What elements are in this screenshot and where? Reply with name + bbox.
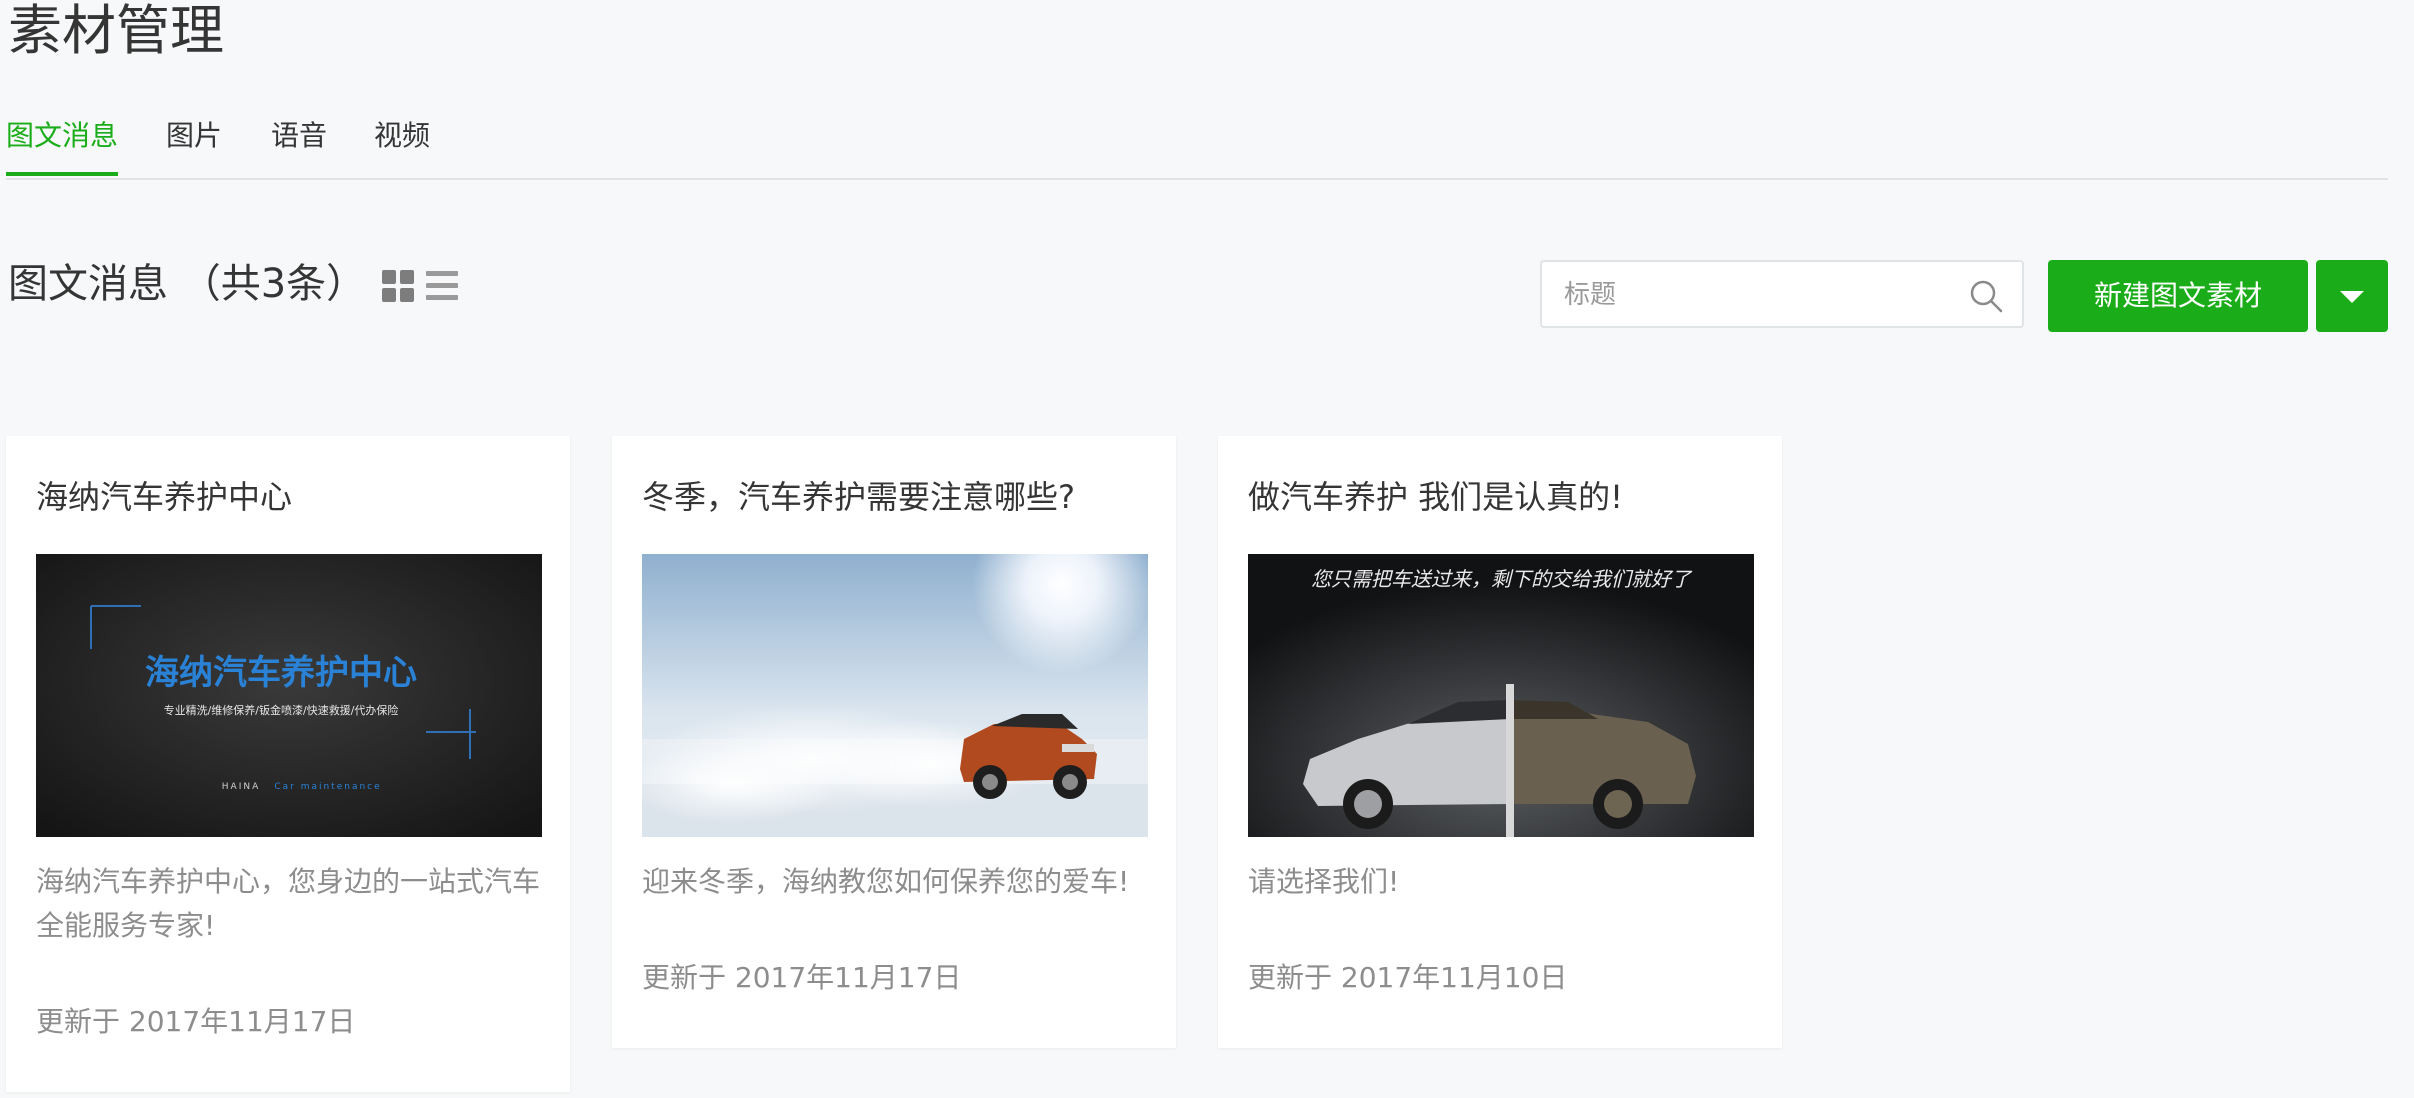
tab-images[interactable]: 图片 xyxy=(166,116,222,172)
search-box xyxy=(1540,260,2024,328)
tab-voice[interactable]: 语音 xyxy=(271,116,327,172)
new-options-dropdown-button[interactable] xyxy=(2316,260,2388,332)
card-date: 更新于 2017年11月17日 xyxy=(642,961,962,994)
new-article-button[interactable]: 新建图文素材 xyxy=(2048,260,2308,332)
list-title: 图文消息 （共3条） xyxy=(8,261,367,307)
article-card[interactable]: 冬季，汽车养护需要注意哪些? 迎来冬季，海纳教您如何保养您的爱车! 更新于 20… xyxy=(612,436,1176,1048)
tab-news[interactable]: 图文消息 xyxy=(6,116,119,176)
card-description: 迎来冬季，海纳教您如何保养您的爱车! xyxy=(642,865,1130,898)
card-cover-image: 您只需把车送过来，剩下的交给我们就好了 xyxy=(1248,554,1754,837)
tab-bar: 图文消息 图片 语音 视频 xyxy=(6,100,2388,180)
cover-tagline: 专业精洗/维修保养/钣金喷漆/快速救援/代办保险 xyxy=(164,703,399,717)
card-cover-image: 海纳汽车养护中心 专业精洗/维修保养/钣金喷漆/快速救援/代办保险 HAINA … xyxy=(36,554,542,837)
card-cover-image xyxy=(642,554,1148,837)
cover-caption: 您只需把车送过来，剩下的交给我们就好了 xyxy=(1311,567,1693,591)
card-description: 海纳汽车养护中心，您身边的一站式汽车全能服务专家! xyxy=(36,865,541,942)
tab-video[interactable]: 视频 xyxy=(374,116,430,172)
cover-headline: 海纳汽车养护中心 xyxy=(145,653,417,693)
card-date: 更新于 2017年11月17日 xyxy=(36,1005,356,1038)
article-card[interactable]: 做汽车养护 我们是认真的! 您只需把车送过来，剩下的交给我们就好了 请选择我们!… xyxy=(1218,436,1782,1048)
card-title: 冬季，汽车养护需要注意哪些? xyxy=(642,478,1075,516)
list-view-icon[interactable] xyxy=(426,270,458,302)
grid-view-icon[interactable] xyxy=(382,270,414,302)
search-input[interactable] xyxy=(1562,270,1956,320)
card-title: 海纳汽车养护中心 xyxy=(36,478,293,516)
card-description: 请选择我们! xyxy=(1248,865,1400,898)
search-icon[interactable] xyxy=(1968,278,2004,314)
article-card[interactable]: 海纳汽车养护中心 海纳汽车养护中心 专业精洗/维修保养/钣金喷漆/快速救援/代办… xyxy=(6,436,570,1092)
cover-brand-sub: Car maintenance xyxy=(274,782,381,792)
card-title: 做汽车养护 我们是认真的! xyxy=(1248,478,1624,516)
page-title: 素材管理 xyxy=(8,0,224,62)
caret-down-icon xyxy=(2340,291,2364,303)
cover-brand: HAINA xyxy=(222,782,260,792)
card-date: 更新于 2017年11月10日 xyxy=(1248,961,1568,994)
